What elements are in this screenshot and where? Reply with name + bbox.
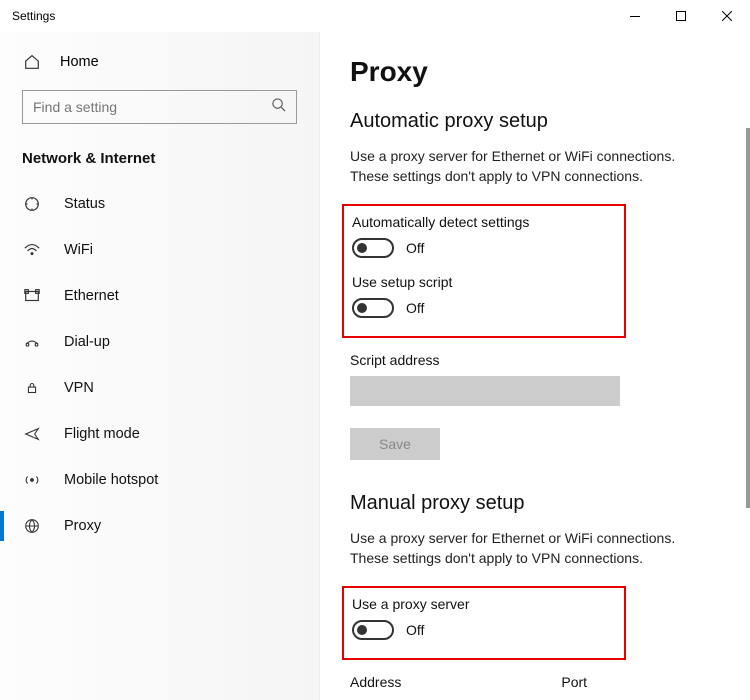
ethernet-icon <box>22 286 42 306</box>
page-title: Proxy <box>350 56 720 88</box>
section-auto-desc: Use a proxy server for Ethernet or WiFi … <box>350 147 710 186</box>
section-manual-title: Manual proxy setup <box>350 492 720 515</box>
use-proxy-label: Use a proxy server <box>352 596 616 612</box>
save-button[interactable]: Save <box>350 428 440 460</box>
home-icon <box>22 52 42 72</box>
sidebar-item-label: Ethernet <box>64 288 119 304</box>
sidebar: Home Network & Internet Status WiFi <box>0 32 320 700</box>
detect-label: Automatically detect settings <box>352 214 616 230</box>
maximize-button[interactable] <box>658 0 704 32</box>
dialup-icon <box>22 332 42 352</box>
detect-state: Off <box>406 240 424 256</box>
sidebar-item-hotspot[interactable]: Mobile hotspot <box>0 457 319 503</box>
proxy-icon <box>22 516 42 536</box>
main-content: Proxy Automatic proxy setup Use a proxy … <box>320 32 750 700</box>
script-address-input[interactable] <box>350 376 620 406</box>
close-button[interactable] <box>704 0 750 32</box>
sidebar-item-ethernet[interactable]: Ethernet <box>0 273 319 319</box>
highlight-auto: Automatically detect settings Off Use se… <box>342 204 626 338</box>
title-bar: Settings <box>0 0 750 32</box>
detect-toggle[interactable] <box>352 238 394 258</box>
script-toggle[interactable] <box>352 298 394 318</box>
minimize-button[interactable] <box>612 0 658 32</box>
sidebar-item-label: Mobile hotspot <box>64 472 158 488</box>
hotspot-icon <box>22 470 42 490</box>
port-label: Port <box>561 674 587 690</box>
scrollbar[interactable] <box>746 128 750 508</box>
use-proxy-state: Off <box>406 622 424 638</box>
sidebar-item-dialup[interactable]: Dial-up <box>0 319 319 365</box>
sidebar-item-label: Status <box>64 196 105 212</box>
sidebar-item-wifi[interactable]: WiFi <box>0 227 319 273</box>
script-label: Use setup script <box>352 274 616 290</box>
sidebar-item-flight[interactable]: Flight mode <box>0 411 319 457</box>
sidebar-item-label: Proxy <box>64 518 101 534</box>
status-icon <box>22 194 42 214</box>
section-auto-title: Automatic proxy setup <box>350 110 720 133</box>
search-icon <box>271 97 286 117</box>
sidebar-item-status[interactable]: Status <box>0 181 319 227</box>
address-label: Address <box>350 674 401 690</box>
sidebar-home[interactable]: Home <box>0 42 319 82</box>
sidebar-item-label: WiFi <box>64 242 93 258</box>
use-proxy-toggle[interactable] <box>352 620 394 640</box>
script-address-label: Script address <box>350 352 720 368</box>
script-state: Off <box>406 300 424 316</box>
sidebar-item-label: Dial-up <box>64 334 110 350</box>
search-input[interactable] <box>22 90 297 124</box>
sidebar-item-label: VPN <box>64 380 94 396</box>
section-manual-desc: Use a proxy server for Ethernet or WiFi … <box>350 529 710 568</box>
flight-icon <box>22 424 42 444</box>
search-field[interactable] <box>33 99 271 115</box>
highlight-manual: Use a proxy server Off <box>342 586 626 660</box>
wifi-icon <box>22 240 42 260</box>
window-title: Settings <box>12 9 55 23</box>
sidebar-item-vpn[interactable]: VPN <box>0 365 319 411</box>
sidebar-item-proxy[interactable]: Proxy <box>0 503 319 549</box>
category-title: Network & Internet <box>0 140 319 181</box>
vpn-icon <box>22 378 42 398</box>
sidebar-item-label: Flight mode <box>64 426 140 442</box>
home-label: Home <box>60 54 99 70</box>
